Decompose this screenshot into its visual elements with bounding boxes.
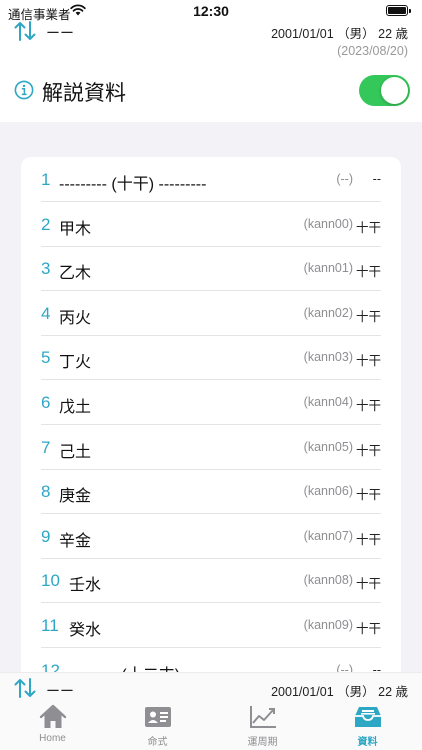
swap-vertical-icon[interactable] bbox=[13, 20, 37, 42]
info-icon bbox=[14, 80, 34, 100]
profile-header: ーー 2001/01/01 （男） 22 歳 (2023/08/20) bbox=[0, 18, 422, 62]
house-icon bbox=[39, 704, 66, 728]
item-category: 十干 bbox=[355, 220, 381, 235]
item-title: 丙火 bbox=[59, 309, 92, 327]
profile-name: ーー bbox=[46, 683, 74, 699]
item-category: 十干 bbox=[355, 488, 381, 503]
item-number: 6 bbox=[41, 393, 51, 412]
item-number: 9 bbox=[41, 526, 51, 546]
item-title: --------- (十二支) --------- bbox=[69, 661, 232, 672]
item-category: 十干 bbox=[355, 265, 381, 280]
item-code: (kann05) bbox=[303, 439, 353, 454]
item-title: 戊土 bbox=[59, 399, 92, 416]
item-title: --------- (十干) --------- bbox=[59, 176, 207, 193]
item-code: (kann04) bbox=[303, 395, 353, 409]
tab-bar: Home 命式 運周期 資料 bbox=[0, 702, 422, 750]
item-title: 壬水 bbox=[69, 577, 102, 595]
item-number: 7 bbox=[41, 437, 51, 457]
list-item[interactable]: 8 庚金 (kann06) 十干 bbox=[41, 469, 381, 515]
item-code: (--) bbox=[336, 662, 353, 672]
item-code: (kann03) bbox=[303, 350, 353, 365]
item-category: -- bbox=[372, 172, 381, 186]
item-code: (kann00) bbox=[303, 216, 353, 231]
item-number: 10 bbox=[41, 571, 60, 591]
material-list: 1 --------- (十干) --------- (--) -- 2 甲木 (kann0… bbox=[21, 157, 401, 672]
tab-label: 資料 bbox=[357, 737, 378, 748]
tab-label: 運周期 bbox=[247, 737, 278, 748]
item-category: -- bbox=[372, 662, 381, 672]
list-item[interactable]: 9 辛金 (kann07) 十干 bbox=[41, 514, 381, 559]
id-card-icon bbox=[144, 707, 171, 727]
item-title: 乙木 bbox=[59, 265, 92, 283]
item-code: (--) bbox=[336, 172, 353, 186]
tab-home[interactable]: Home bbox=[0, 704, 105, 750]
item-title: 辛金 bbox=[59, 532, 92, 550]
explanation-switch[interactable] bbox=[359, 75, 410, 106]
list-item[interactable]: 1 --------- (十干) --------- (--) -- bbox=[41, 157, 381, 202]
item-code: (kann07) bbox=[303, 528, 353, 543]
item-code: (kann09) bbox=[303, 618, 353, 632]
item-title: 庚金 bbox=[59, 488, 92, 506]
item-number: 1 bbox=[41, 170, 51, 189]
tab-label: 命式 bbox=[147, 737, 168, 748]
line-chart-icon bbox=[249, 706, 276, 728]
birth-info: 2001/01/01 （男） 22 歳 bbox=[271, 27, 408, 41]
item-category: 十干 bbox=[355, 309, 381, 324]
item-category: 十干 bbox=[355, 399, 381, 413]
birth-info: 2001/01/01 （男） 22 歳 bbox=[271, 685, 408, 699]
toggle-label: 解説資料 bbox=[42, 82, 126, 105]
list-item[interactable]: 10 壬水 (kann08) 十干 bbox=[41, 558, 381, 604]
explanation-toggle-row: 解説資料 bbox=[0, 68, 422, 116]
item-category: 十干 bbox=[355, 532, 381, 547]
item-code: (kann01) bbox=[303, 261, 353, 276]
item-title: 丁火 bbox=[59, 354, 92, 372]
item-number: 5 bbox=[41, 348, 51, 368]
inbox-tray-icon bbox=[354, 707, 381, 727]
item-number: 4 bbox=[41, 303, 51, 323]
item-title: 癸水 bbox=[69, 622, 102, 639]
item-category: 十干 bbox=[355, 577, 381, 592]
list-item[interactable]: 12 --------- (十二支) --------- (--) -- bbox=[41, 648, 381, 672]
list-item[interactable]: 5 丁火 (kann03) 十干 bbox=[41, 335, 381, 381]
battery-icon bbox=[386, 5, 411, 16]
item-title: 己土 bbox=[59, 443, 92, 461]
item-code: (kann08) bbox=[303, 573, 353, 588]
item-number: 12 bbox=[41, 660, 60, 672]
switch-knob bbox=[381, 77, 408, 104]
item-number: 2 bbox=[41, 214, 51, 234]
item-category: 十干 bbox=[355, 622, 381, 636]
item-category: 十干 bbox=[355, 354, 381, 369]
list-item[interactable]: 2 甲木 (kann00) 十干 bbox=[41, 202, 381, 247]
current-date: (2023/08/20) bbox=[337, 44, 408, 58]
list-item[interactable]: 3 乙木 (kann01) 十干 bbox=[41, 246, 381, 292]
swap-vertical-icon[interactable] bbox=[13, 677, 37, 699]
tab-cycle[interactable]: 運周期 bbox=[210, 704, 315, 750]
item-code: (kann02) bbox=[303, 305, 353, 320]
item-category: 十干 bbox=[355, 443, 381, 458]
clock: 12:30 bbox=[193, 3, 229, 19]
content-area[interactable]: 1 --------- (十干) --------- (--) -- 2 甲木 (kann0… bbox=[0, 122, 422, 672]
bottom-profile-bar: ーー 2001/01/01 （男） 22 歳 bbox=[0, 672, 422, 702]
item-code: (kann06) bbox=[303, 484, 353, 499]
tab-label: Home bbox=[39, 733, 66, 744]
profile-name: ーー bbox=[46, 25, 74, 41]
list-item[interactable]: 7 己土 (kann05) 十干 bbox=[41, 425, 381, 470]
item-title: 甲木 bbox=[59, 220, 92, 238]
list-item[interactable]: 4 丙火 (kann02) 十干 bbox=[41, 291, 381, 336]
item-number: 11 bbox=[41, 616, 59, 635]
list-item[interactable]: 11 癸水 (kann09) 十干 bbox=[41, 603, 381, 648]
list-item[interactable]: 6 戊土 (kann04) 十干 bbox=[41, 380, 381, 425]
item-number: 8 bbox=[41, 482, 51, 502]
item-number: 3 bbox=[41, 259, 51, 279]
tab-materials[interactable]: 資料 bbox=[315, 704, 420, 750]
tab-meishiki[interactable]: 命式 bbox=[105, 704, 210, 750]
